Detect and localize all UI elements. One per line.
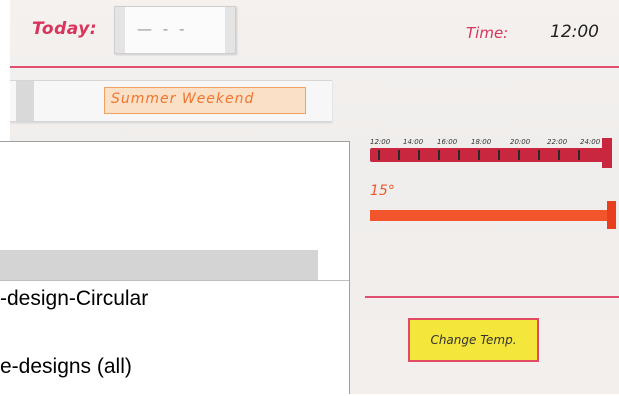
timeline-tick-label: 20:00 (510, 138, 531, 146)
timeline-tick-label: 12:00 (370, 138, 391, 146)
list-item[interactable]: -design-Circular (0, 287, 148, 311)
date-text: — - - (137, 20, 188, 38)
date-card-fold-left (115, 7, 125, 53)
app-window: -design-Circular e-designs (all) (0, 141, 350, 396)
temperature-bar[interactable] (370, 210, 610, 221)
timeline-tick (578, 150, 580, 160)
timeline-tick (498, 150, 500, 160)
timeline-tick (418, 150, 420, 160)
mode-label: Summer Weekend (104, 87, 306, 114)
divider-top (10, 66, 619, 68)
timeline-tick (458, 150, 460, 160)
date-card-fold-right (225, 7, 235, 53)
time-value: 12:00 (550, 22, 599, 42)
timeline-tick-label: 24:00 (580, 138, 601, 146)
timeline-tick (518, 150, 520, 160)
mode-strip-fold (16, 81, 34, 121)
temperature-label: 15° (370, 183, 395, 199)
timeline-tick (478, 150, 480, 160)
change-temp-button[interactable]: Change Temp. (408, 318, 539, 362)
time-label: Time: (466, 24, 509, 42)
design-list: -design-Circular e-designs (all) (0, 280, 349, 396)
timeline-tick (558, 150, 560, 160)
mode-text: Summer Weekend (111, 91, 255, 107)
timeline-tick-label: 18:00 (471, 138, 492, 146)
timeline-end-handle[interactable] (602, 138, 612, 168)
list-item[interactable]: e-designs (all) (0, 355, 132, 379)
date-card[interactable]: — - - (114, 6, 236, 54)
mode-strip[interactable]: Summer Weekend (10, 80, 332, 122)
timeline-tick-label: 22:00 (547, 138, 568, 146)
today-label: Today: (32, 19, 98, 39)
timeline-tick (538, 150, 540, 160)
divider-bottom (365, 296, 619, 298)
timeline-tick (398, 150, 400, 160)
temperature-handle[interactable] (607, 201, 616, 229)
timeline-tick (438, 150, 440, 160)
timeline-ticks (370, 150, 608, 160)
timeline-tick (378, 150, 380, 160)
window-header-bar (0, 250, 318, 281)
timeline-tick-label: 14:00 (403, 138, 424, 146)
timeline-tick-label: 16:00 (437, 138, 458, 146)
